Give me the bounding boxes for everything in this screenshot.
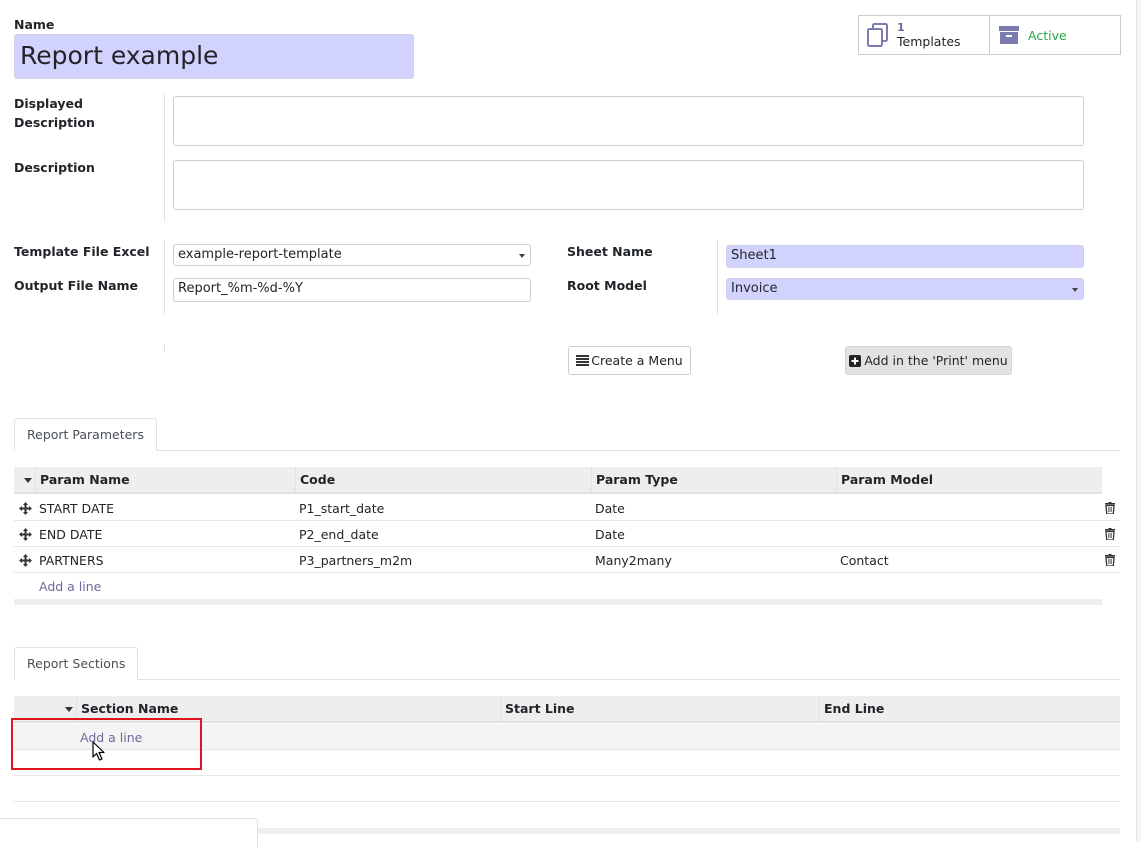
table-footer bbox=[14, 599, 1102, 605]
empty-row bbox=[14, 776, 1120, 802]
trash-icon[interactable] bbox=[1105, 528, 1115, 540]
table-footer bbox=[258, 828, 1120, 834]
archive-icon bbox=[999, 26, 1019, 44]
sheet-name-input[interactable]: Sheet1 bbox=[726, 245, 1084, 268]
sort-caret-icon[interactable] bbox=[24, 478, 32, 483]
sheet-name-label: Sheet Name bbox=[567, 244, 653, 259]
group-separator bbox=[164, 240, 165, 314]
highlight-box bbox=[11, 718, 202, 770]
displayed-description-label: Displayed Description bbox=[14, 96, 95, 130]
plus-square-icon bbox=[849, 354, 862, 367]
description-input[interactable] bbox=[173, 160, 1084, 210]
group-separator bbox=[717, 240, 718, 314]
tab-report-parameters[interactable]: Report Parameters bbox=[14, 418, 157, 451]
sort-caret-icon[interactable] bbox=[65, 707, 73, 712]
drag-handle-icon[interactable] bbox=[19, 554, 32, 567]
code-cell: P2_end_date bbox=[299, 526, 379, 542]
list-icon bbox=[576, 355, 590, 366]
templates-label: Templates bbox=[897, 34, 961, 49]
tab-underline bbox=[14, 450, 1120, 451]
template-file-select[interactable]: example-report-template bbox=[173, 244, 531, 266]
column-header-param-type[interactable]: Param Type bbox=[591, 467, 836, 492]
add-line-link[interactable]: Add a line bbox=[39, 573, 101, 599]
bottom-panel-edge bbox=[0, 818, 258, 848]
column-header-param-name[interactable]: Param Name bbox=[35, 467, 296, 492]
chevron-down-icon bbox=[519, 254, 525, 258]
scrollbar-track[interactable] bbox=[1136, 0, 1141, 842]
active-label: Active bbox=[1028, 27, 1067, 43]
param-model-cell: Contact bbox=[840, 552, 889, 568]
column-header-param-model[interactable]: Param Model bbox=[836, 467, 1102, 492]
param-type-cell: Date bbox=[595, 526, 625, 542]
copy-icon bbox=[867, 23, 888, 47]
create-menu-button[interactable]: Create a Menu bbox=[568, 346, 691, 375]
add-print-menu-button[interactable]: Add in the 'Print' menu bbox=[845, 346, 1012, 375]
add-line-row: Add a line bbox=[14, 573, 1102, 599]
tab-underline bbox=[14, 679, 1120, 680]
chevron-down-icon bbox=[1072, 288, 1078, 292]
templates-count: 1 bbox=[897, 21, 905, 34]
active-smart-button[interactable]: Active bbox=[990, 16, 1120, 54]
column-header-start-line[interactable]: Start Line bbox=[500, 696, 819, 721]
param-type-cell: Date bbox=[595, 500, 625, 516]
tab-report-sections[interactable]: Report Sections bbox=[14, 647, 139, 680]
table-row[interactable]: END DATE P2_end_date Date bbox=[14, 521, 1120, 547]
param-name-cell: START DATE bbox=[39, 500, 115, 516]
group-separator bbox=[164, 344, 165, 352]
group-separator bbox=[164, 94, 165, 222]
trash-icon[interactable] bbox=[1105, 502, 1115, 514]
output-file-label: Output File Name bbox=[14, 278, 139, 293]
code-cell: P3_partners_m2m bbox=[299, 552, 413, 568]
drag-handle-icon[interactable] bbox=[19, 502, 32, 515]
drag-handle-icon[interactable] bbox=[19, 528, 32, 541]
param-name-cell: END DATE bbox=[39, 526, 103, 542]
mouse-cursor-icon bbox=[92, 741, 105, 761]
table-row[interactable]: PARTNERS P3_partners_m2m Many2many Conta… bbox=[14, 547, 1120, 573]
name-input[interactable]: Report example bbox=[14, 34, 414, 79]
trash-icon[interactable] bbox=[1105, 554, 1115, 566]
code-cell: P1_start_date bbox=[299, 500, 385, 516]
root-model-label: Root Model bbox=[567, 278, 647, 293]
template-file-label: Template File Excel bbox=[14, 244, 150, 259]
smart-button-box: 1 Templates Active bbox=[858, 15, 1121, 55]
column-header-code[interactable]: Code bbox=[295, 467, 591, 492]
params-table: Param Name Code Param Type Param Model S… bbox=[14, 467, 1120, 605]
param-name-cell: PARTNERS bbox=[39, 552, 104, 568]
displayed-description-input[interactable] bbox=[173, 96, 1084, 146]
root-model-select[interactable]: Invoice bbox=[726, 278, 1084, 300]
output-file-input[interactable]: Report_%m-%d-%Y bbox=[173, 278, 531, 302]
param-type-cell: Many2many bbox=[595, 552, 672, 568]
name-label: Name bbox=[14, 17, 55, 32]
description-label: Description bbox=[14, 160, 95, 175]
templates-smart-button[interactable]: 1 Templates bbox=[859, 16, 990, 54]
column-header-end-line[interactable]: End Line bbox=[819, 696, 1120, 721]
table-row[interactable]: START DATE P1_start_date Date bbox=[14, 495, 1120, 521]
params-table-header: Param Name Code Param Type Param Model bbox=[14, 467, 1102, 494]
